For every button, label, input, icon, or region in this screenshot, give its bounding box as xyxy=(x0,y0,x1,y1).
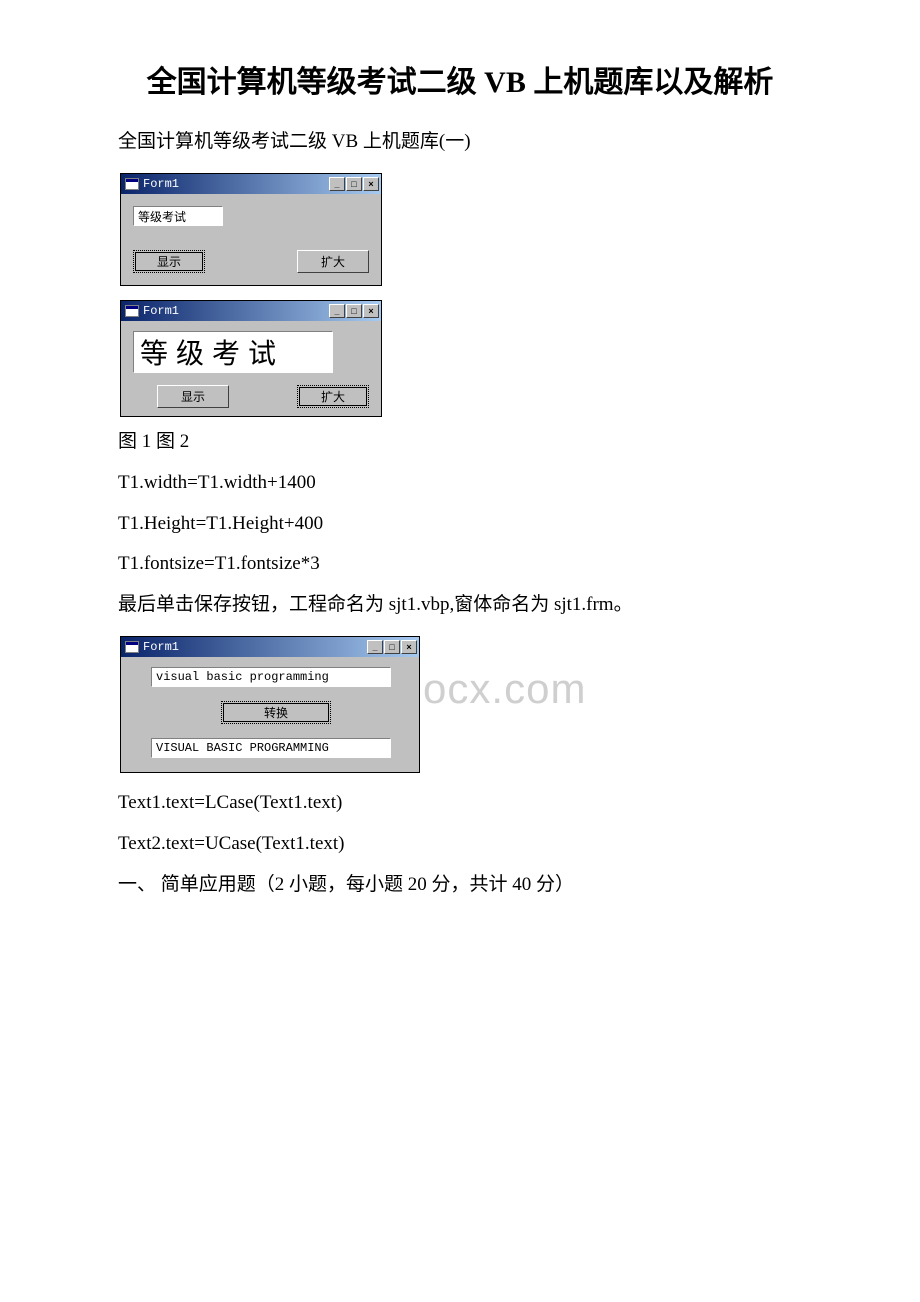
maximize-button[interactable]: □ xyxy=(384,640,400,654)
window-title: Form1 xyxy=(143,304,179,318)
maximize-button[interactable]: □ xyxy=(346,177,362,191)
code-line-1: T1.width=T1.width+1400 xyxy=(80,467,840,499)
code-line-4: Text1.text=LCase(Text1.text) xyxy=(80,787,840,819)
page-title: 全国计算机等级考试二级 VB 上机题库以及解析 xyxy=(80,60,840,105)
titlebar[interactable]: Form1 _ □ × xyxy=(121,637,419,657)
vb-window-1: Form1 _ □ × 等级考试 显示 扩大 xyxy=(120,173,382,286)
code-line-2: T1.Height=T1.Height+400 xyxy=(80,508,840,540)
code-line-3: T1.fontsize=T1.fontsize*3 xyxy=(80,548,840,580)
close-button[interactable]: × xyxy=(363,304,379,318)
form-icon xyxy=(125,641,139,653)
titlebar[interactable]: Form1 _ □ × xyxy=(121,174,381,194)
code-line-5: Text2.text=UCase(Text1.text) xyxy=(80,828,840,860)
textbox-t1-large[interactable]: 等级考试 xyxy=(133,331,333,373)
section-heading: 一、 简单应用题（2 小题，每小题 20 分，共计 40 分） xyxy=(80,868,840,902)
form-icon xyxy=(125,178,139,190)
minimize-button[interactable]: _ xyxy=(329,304,345,318)
titlebar[interactable]: Form1 _ □ × xyxy=(121,301,381,321)
close-button[interactable]: × xyxy=(401,640,417,654)
note-text: 最后单击保存按钮，工程命名为 sjt1.vbp,窗体命名为 sjt1.frm。 xyxy=(80,588,840,622)
minimize-button[interactable]: _ xyxy=(367,640,383,654)
textbox-text1[interactable]: visual basic programming xyxy=(151,667,391,687)
subtitle-text: 全国计算机等级考试二级 VB 上机题库(一) xyxy=(80,125,840,159)
window-title: Form1 xyxy=(143,177,179,191)
show-button[interactable]: 显示 xyxy=(157,385,229,408)
maximize-button[interactable]: □ xyxy=(346,304,362,318)
textbox-text2[interactable]: VISUAL BASIC PROGRAMMING xyxy=(151,738,391,758)
textbox-t1[interactable]: 等级考试 xyxy=(133,206,223,226)
convert-button[interactable]: 转换 xyxy=(221,701,331,724)
vb-window-3: Form1 _ □ × visual basic programming 转换 … xyxy=(120,636,420,773)
vb-window-2: Form1 _ □ × 等级考试 显示 扩大 xyxy=(120,300,382,417)
minimize-button[interactable]: _ xyxy=(329,177,345,191)
window-title: Form1 xyxy=(143,640,179,654)
figure-caption: 图 1 图 2 xyxy=(80,425,840,459)
enlarge-button[interactable]: 扩大 xyxy=(297,385,369,408)
close-button[interactable]: × xyxy=(363,177,379,191)
enlarge-button[interactable]: 扩大 xyxy=(297,250,369,273)
show-button[interactable]: 显示 xyxy=(133,250,205,273)
form-icon xyxy=(125,305,139,317)
